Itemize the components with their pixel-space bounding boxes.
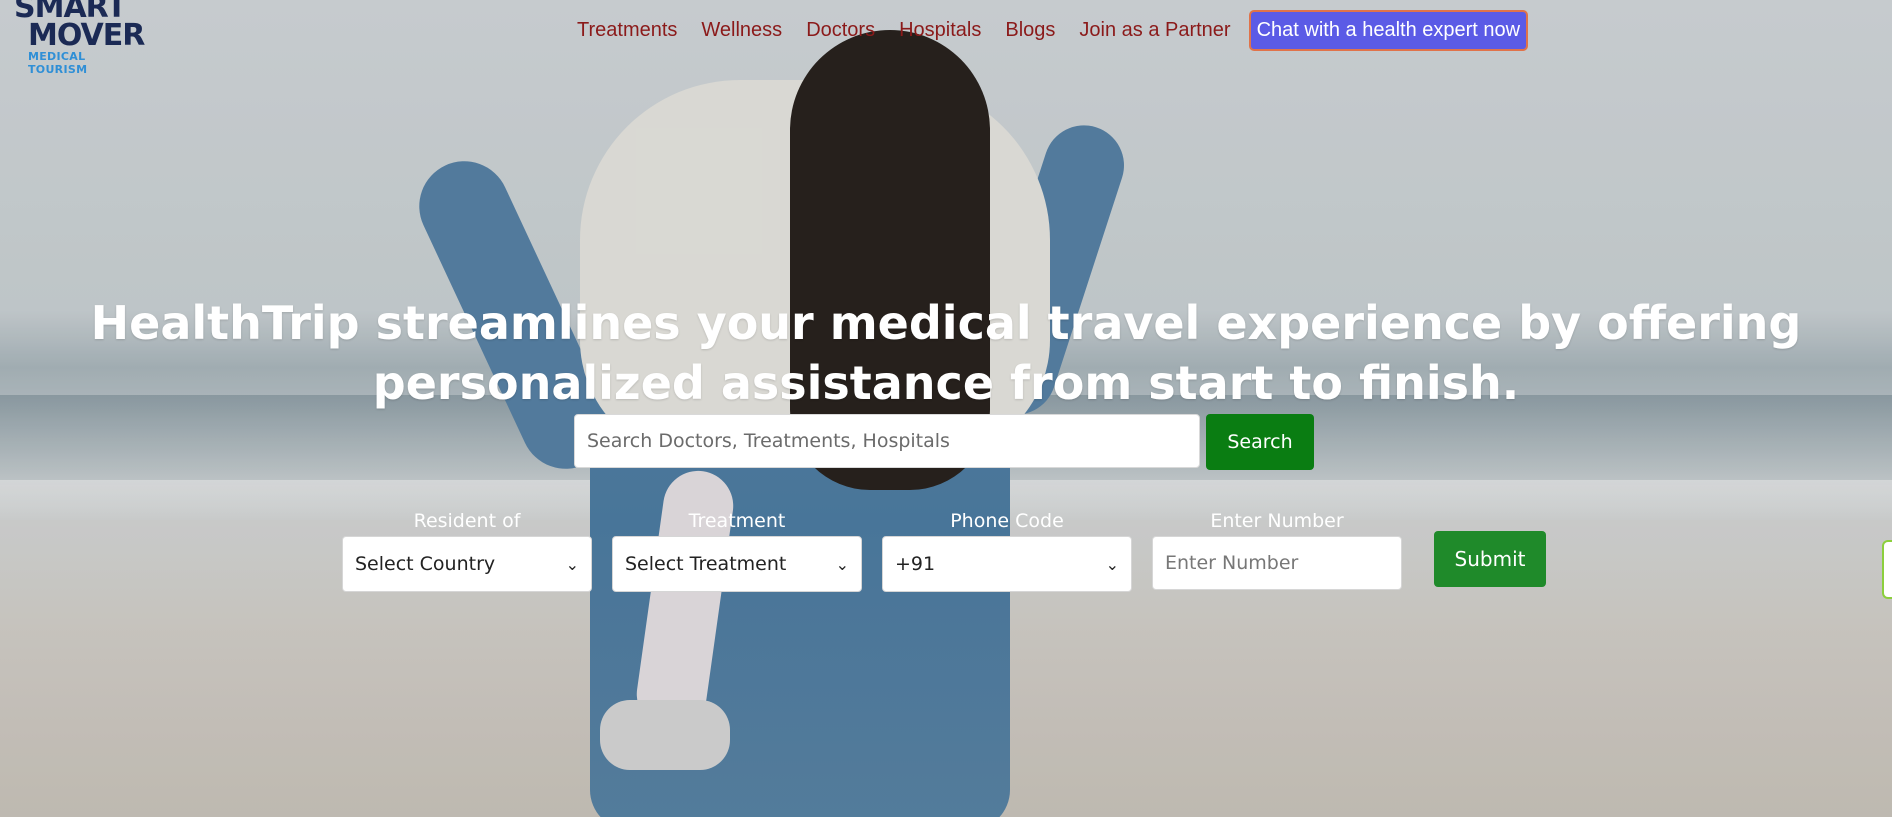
side-widget-tab[interactable] [1882, 540, 1892, 599]
phone-code-select[interactable]: +91 ⌄ [882, 536, 1132, 592]
nav-blogs[interactable]: Blogs [1005, 19, 1055, 42]
main-nav: Treatments Wellness Doctors Hospitals Bl… [565, 9, 1529, 51]
country-select-value: Select Country [355, 553, 496, 575]
phone-code-label: Phone Code [950, 510, 1064, 532]
treatment-label: Treatment [688, 510, 786, 532]
search-input[interactable] [574, 414, 1200, 468]
hero-headline: HealthTrip streamlines your medical trav… [90, 295, 1802, 410]
nav-wellness[interactable]: Wellness [701, 19, 782, 42]
nav-join-partner[interactable]: Join as a Partner [1079, 19, 1230, 42]
treatment-field: Treatment Select Treatment ⌄ [612, 510, 862, 592]
phone-code-value: +91 [895, 553, 936, 575]
chevron-down-icon: ⌄ [835, 554, 849, 574]
phone-code-field: Phone Code +91 ⌄ [882, 510, 1132, 592]
chat-expert-button[interactable]: Chat with a health expert now [1248, 9, 1529, 51]
resident-field: Resident of Select Country ⌄ [342, 510, 592, 592]
logo-tagline: MEDICAL TOURISM [28, 50, 88, 76]
resident-label: Resident of [413, 510, 521, 532]
lead-form: Resident of Select Country ⌄ Treatment S… [342, 510, 1546, 592]
search-button[interactable]: Search [1206, 414, 1314, 470]
treatment-select[interactable]: Select Treatment ⌄ [612, 536, 862, 592]
search-bar: Search [574, 414, 1314, 470]
nav-treatments[interactable]: Treatments [577, 19, 677, 42]
logo-line-2: MOVER [28, 18, 145, 53]
chevron-down-icon: ⌄ [1105, 554, 1119, 574]
submit-button[interactable]: Submit [1434, 531, 1546, 587]
nav-hospitals[interactable]: Hospitals [899, 19, 981, 42]
nav-doctors[interactable]: Doctors [806, 19, 875, 42]
number-field: Enter Number [1152, 510, 1402, 590]
phone-number-input[interactable] [1152, 536, 1402, 590]
treatment-select-value: Select Treatment [625, 553, 787, 575]
chevron-down-icon: ⌄ [565, 554, 579, 574]
country-select[interactable]: Select Country ⌄ [342, 536, 592, 592]
site-logo[interactable]: SMART MOVER MEDICAL TOURISM [14, 0, 145, 76]
number-label: Enter Number [1210, 510, 1344, 532]
